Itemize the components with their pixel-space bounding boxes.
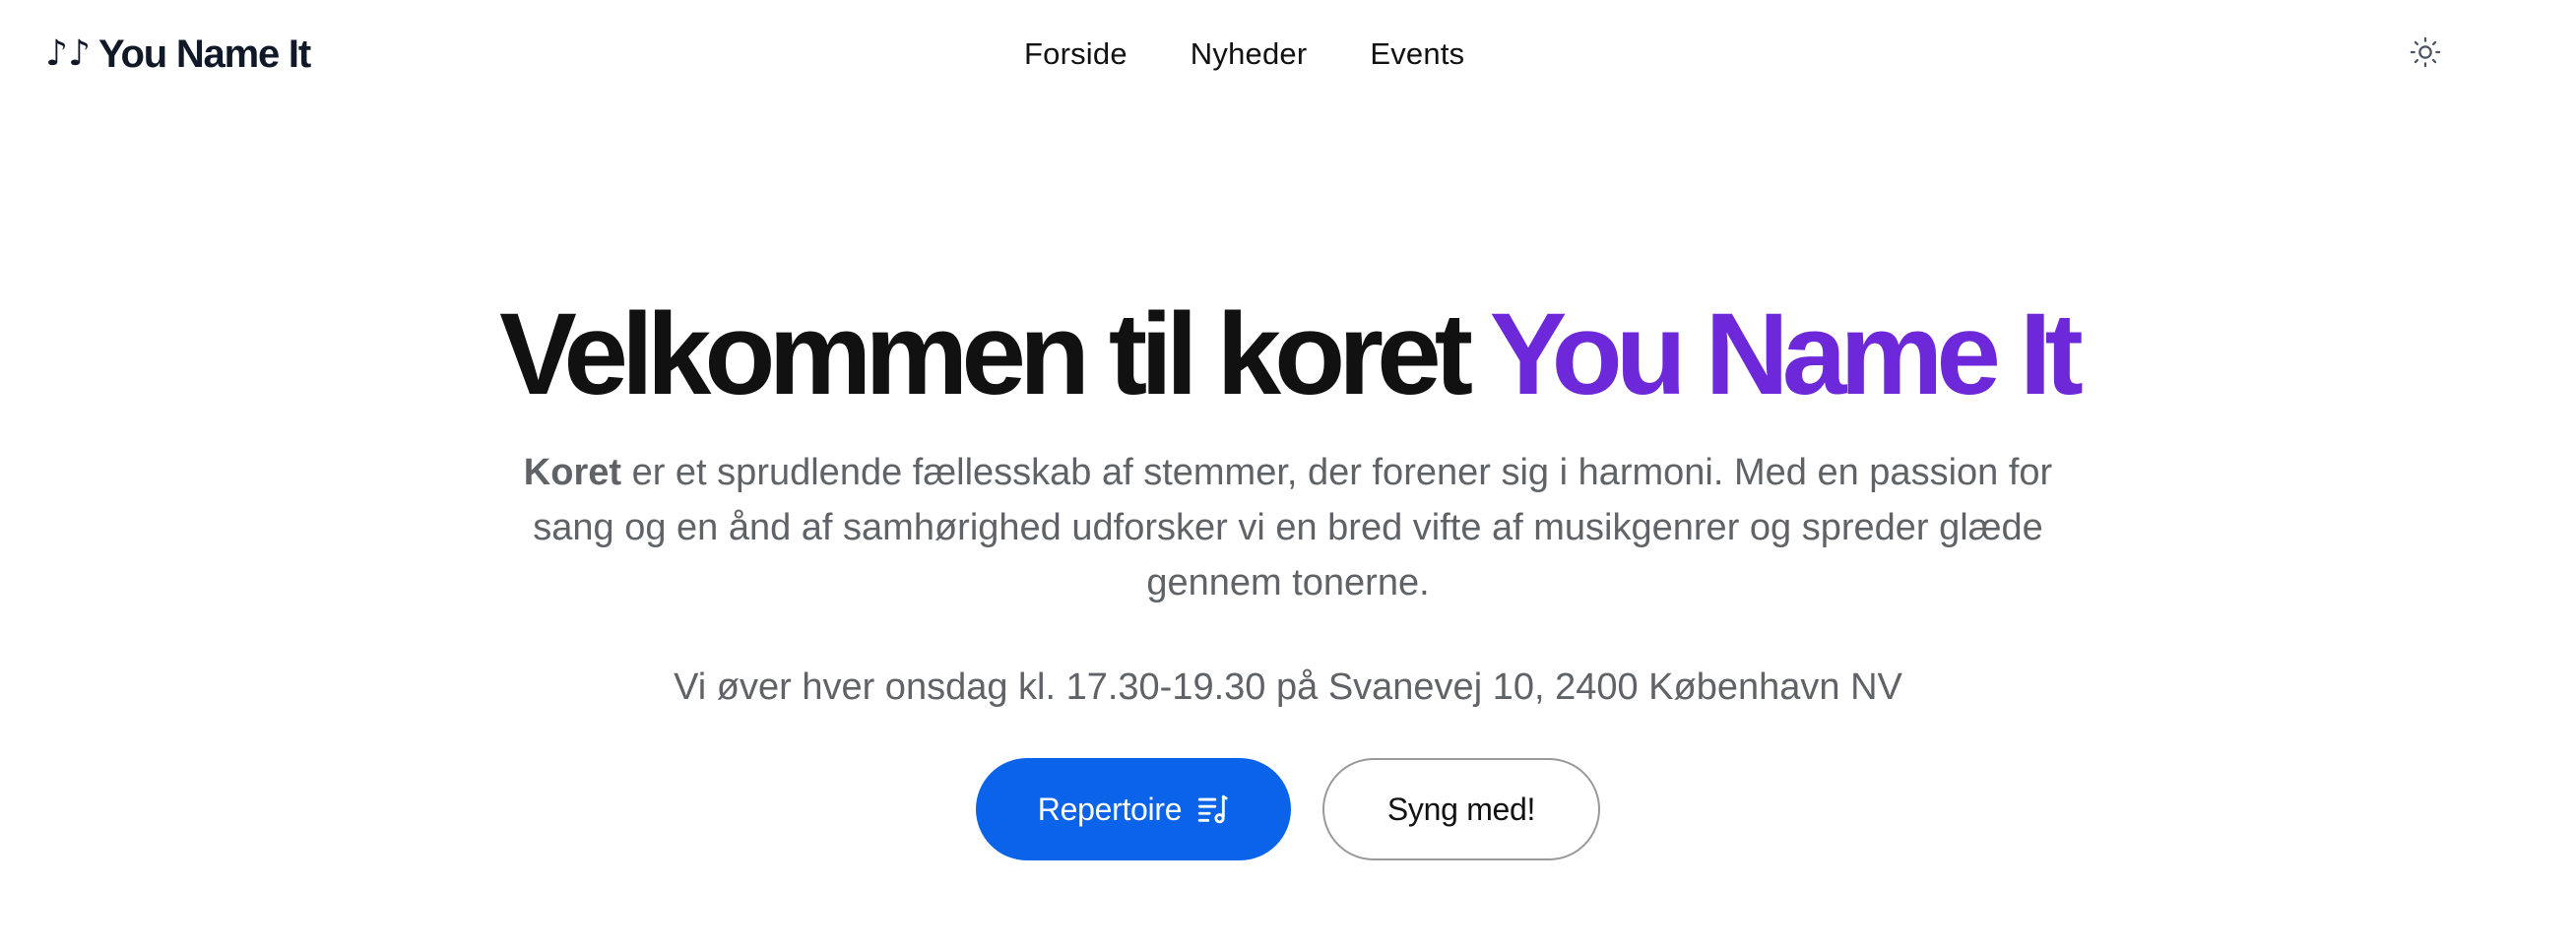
cta-buttons: Repertoire Syng med!: [0, 758, 2576, 860]
sing-along-button[interactable]: Syng med!: [1322, 758, 1600, 860]
nav-link-forside[interactable]: Forside: [1024, 36, 1127, 72]
repertoire-button-label: Repertoire: [1037, 791, 1183, 827]
hero-description-bold: Koret: [523, 452, 622, 493]
hero-title: Velkommen til koret You Name It: [0, 276, 2576, 433]
theme-toggle-button[interactable]: [2405, 32, 2446, 73]
hero-description-text: er et sprudlende fællesskab af stemmer, …: [533, 452, 2053, 603]
hero-title-main: Velkommen til koret: [499, 289, 1473, 419]
brand-logo-link[interactable]: ♪♪ You Name It: [45, 28, 311, 81]
hero-title-accent: You Name It: [1489, 289, 2084, 419]
nav-link-events[interactable]: Events: [1370, 36, 1464, 72]
rehearsal-schedule: Vi øver hver onsdag kl. 17.30-19.30 på S…: [674, 666, 1902, 708]
main-nav: Forside Nyheder Events: [1024, 30, 1464, 79]
site-header: ♪♪ You Name It Forside Nyheder Events: [0, 0, 2576, 108]
page: ♪♪ You Name It Forside Nyheder Events Ve…: [0, 0, 2576, 951]
music-notes-icon: ♪♪: [45, 33, 91, 74]
repertoire-button[interactable]: Repertoire: [976, 758, 1291, 860]
music-list-icon: [1198, 794, 1228, 824]
hero-description: Koret er et sprudlende fællesskab af ste…: [520, 445, 2056, 610]
nav-link-nyheder[interactable]: Nyheder: [1191, 36, 1308, 72]
brand-name: You Name It: [97, 32, 311, 76]
hero-section: Velkommen til koret You Name It Koret er…: [0, 276, 2576, 860]
sun-icon: [2410, 36, 2441, 68]
